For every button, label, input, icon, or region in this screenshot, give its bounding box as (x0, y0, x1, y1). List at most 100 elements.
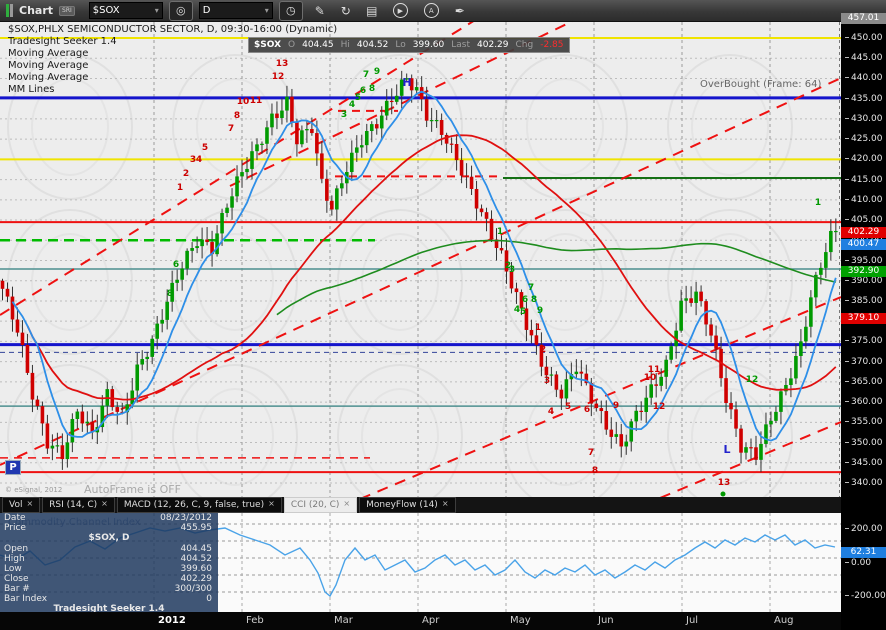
candlestick[interactable] (614, 434, 619, 437)
candlestick[interactable] (514, 288, 519, 293)
candlestick[interactable] (464, 175, 469, 177)
candlestick[interactable] (190, 248, 194, 251)
candlestick[interactable] (434, 119, 439, 122)
trend-channel-line[interactable] (360, 296, 841, 497)
candlestick[interactable] (290, 96, 294, 123)
candlestick[interactable] (10, 296, 15, 320)
candlestick[interactable] (250, 151, 254, 169)
candlestick[interactable] (739, 428, 743, 453)
candlestick[interactable] (394, 95, 399, 102)
candlestick[interactable] (689, 298, 693, 303)
candlestick[interactable] (459, 160, 464, 176)
candlestick[interactable] (60, 445, 65, 460)
interval-clock-button[interactable]: ◷ (278, 0, 303, 21)
candlestick[interactable] (559, 389, 564, 399)
candlestick[interactable] (330, 200, 334, 210)
candlestick[interactable] (439, 119, 444, 135)
candlestick[interactable] (759, 443, 763, 460)
candlestick[interactable] (35, 399, 40, 407)
candlestick[interactable] (80, 411, 85, 424)
close-icon[interactable]: × (101, 499, 108, 508)
candlestick[interactable] (619, 434, 624, 447)
candlestick[interactable] (300, 130, 304, 145)
candlestick[interactable] (474, 188, 479, 209)
replay-button[interactable]: ▶ (392, 3, 408, 18)
symbol-search-button[interactable]: ◎ (168, 0, 193, 21)
candlestick[interactable] (185, 250, 189, 269)
candlestick[interactable] (684, 298, 688, 301)
candlestick[interactable] (165, 301, 169, 320)
candlestick[interactable] (25, 344, 30, 373)
candlestick[interactable] (604, 411, 609, 430)
candlestick[interactable] (589, 383, 594, 404)
candlestick[interactable] (130, 390, 135, 405)
candlestick[interactable] (479, 208, 484, 213)
candlestick[interactable] (50, 445, 55, 449)
cci-panel[interactable]: Commodity Channel Index Date08/23/2012Pr… (0, 513, 841, 630)
candlestick[interactable] (634, 410, 639, 422)
candlestick[interactable] (499, 248, 504, 251)
candlestick[interactable] (709, 324, 713, 336)
candlestick[interactable] (574, 371, 579, 375)
candlestick[interactable] (724, 378, 728, 404)
candlestick[interactable] (594, 403, 599, 409)
candlestick[interactable] (639, 410, 644, 412)
candlestick[interactable] (649, 384, 653, 398)
candlestick[interactable] (384, 100, 389, 116)
candlestick[interactable] (65, 442, 70, 460)
candlestick[interactable] (240, 172, 244, 177)
indicator-tab-moneyflow[interactable]: MoneyFlow (14) × (359, 497, 456, 513)
candlestick[interactable] (215, 233, 219, 255)
candlestick[interactable] (350, 152, 354, 173)
candlestick[interactable] (749, 447, 753, 449)
candlestick[interactable] (225, 207, 229, 213)
candlestick[interactable] (374, 124, 379, 129)
candlestick[interactable] (714, 335, 718, 349)
candlestick[interactable] (315, 133, 319, 154)
candlestick[interactable] (180, 268, 184, 280)
candlestick[interactable] (824, 252, 828, 268)
candlestick[interactable] (205, 239, 209, 243)
candlestick[interactable] (295, 122, 299, 145)
candlestick[interactable] (529, 329, 534, 336)
candlestick[interactable] (754, 447, 758, 460)
candlestick[interactable] (85, 421, 90, 424)
candlestick[interactable] (155, 323, 159, 339)
candlestick[interactable] (774, 411, 778, 421)
candlestick[interactable] (340, 183, 344, 189)
candlestick[interactable] (629, 421, 634, 442)
candlestick[interactable] (734, 409, 738, 429)
candlestick[interactable] (429, 120, 434, 122)
chevron-down-icon[interactable]: ▾ (155, 6, 159, 15)
candlestick[interactable] (414, 87, 419, 91)
price-chart-canvas[interactable]: 34567891312111087123 45681234 567891234 5 67… (0, 22, 841, 497)
candlestick[interactable] (235, 176, 239, 197)
candlestick[interactable] (265, 127, 269, 144)
price-axis[interactable]: 455.00450.00445.00440.00435.00430.00425.… (841, 13, 886, 630)
candlestick[interactable] (335, 188, 339, 210)
candlestick[interactable] (150, 338, 154, 357)
candlestick[interactable] (5, 288, 10, 297)
candlestick[interactable] (70, 418, 75, 443)
candlestick[interactable] (489, 218, 494, 240)
candlestick[interactable] (659, 376, 663, 386)
candlestick[interactable] (140, 359, 145, 365)
ink-pen-button[interactable]: ✒ (449, 4, 471, 18)
time-axis[interactable]: 2012 Feb Mar Apr May Jun Jul Aug (0, 612, 886, 630)
candlestick[interactable] (270, 113, 274, 128)
candlestick[interactable] (325, 178, 329, 201)
draw-pencil-button[interactable]: ✎ (309, 4, 331, 18)
candlestick[interactable] (449, 143, 454, 145)
candlestick[interactable] (310, 129, 314, 134)
candlestick[interactable] (260, 143, 264, 145)
indicator-tab-macd[interactable]: MACD (12, 26, C, 9, false, true) × (116, 497, 282, 513)
candlestick[interactable] (369, 124, 374, 131)
interval-input[interactable]: D ▾ (198, 2, 273, 19)
candlestick[interactable] (744, 447, 748, 453)
candlestick[interactable] (679, 300, 683, 331)
symbol-input[interactable]: $SOX ▾ (88, 2, 163, 19)
candlestick[interactable] (454, 143, 459, 161)
candlestick[interactable] (829, 230, 833, 253)
candlestick[interactable] (75, 411, 80, 419)
candlestick[interactable] (644, 397, 649, 412)
